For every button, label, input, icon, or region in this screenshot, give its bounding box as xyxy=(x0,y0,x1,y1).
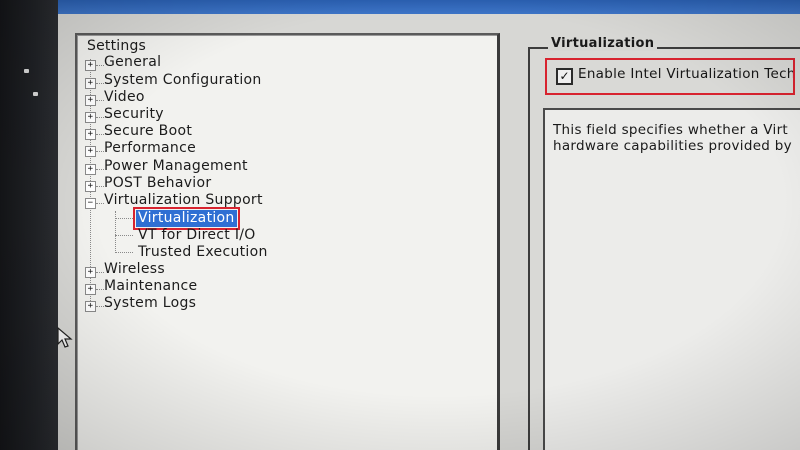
tree-item-video[interactable]: + Video xyxy=(85,89,145,106)
expand-plus-icon[interactable]: + xyxy=(85,112,104,123)
tree-item-security[interactable]: + Security xyxy=(85,106,164,123)
expand-plus-icon[interactable]: + xyxy=(85,267,104,278)
tree-item-wireless[interactable]: + Wireless xyxy=(85,261,165,278)
tree-item-label: Video xyxy=(104,89,145,105)
tree-item-label: Maintenance xyxy=(104,278,198,294)
expand-plus-icon[interactable]: + xyxy=(85,60,104,71)
tree-item-label: System Configuration xyxy=(104,72,262,88)
tree-item-power-management[interactable]: + Power Management xyxy=(85,158,248,175)
photo-of-bios-screen: Settings + General + System Configuration … xyxy=(0,0,800,450)
tree-item-secure-boot[interactable]: + Secure Boot xyxy=(85,123,192,140)
expand-plus-icon[interactable]: + xyxy=(85,284,104,295)
tree-item-label: Security xyxy=(104,106,164,122)
expand-plus-icon[interactable]: + xyxy=(85,164,104,175)
mouse-pointer-icon xyxy=(57,327,73,348)
tree-child-virtualization[interactable]: Virtualization xyxy=(133,207,240,230)
tree-connector xyxy=(115,235,133,236)
tree-item-label: General xyxy=(104,54,162,70)
help-description-box: This field specifies whether a Virt hard… xyxy=(543,108,800,450)
tree-item-label: POST Behavior xyxy=(104,175,212,191)
bezel-light-icon xyxy=(33,92,38,96)
settings-tree-pane[interactable]: Settings + General + System Configuration … xyxy=(75,33,500,450)
tree-connector xyxy=(115,252,133,253)
expand-plus-icon[interactable]: + xyxy=(85,78,104,89)
tree-item-system-configuration[interactable]: + System Configuration xyxy=(85,72,262,89)
expand-plus-icon[interactable]: + xyxy=(85,95,104,106)
help-line: This field specifies whether a Virt xyxy=(553,122,789,138)
enable-virtualization-option[interactable]: ✓ Enable Intel Virtualization Techno xyxy=(545,58,795,95)
expand-plus-icon[interactable]: + xyxy=(85,181,104,192)
monitor-bezel xyxy=(0,0,58,450)
tree-root-label: Settings xyxy=(87,38,147,54)
collapse-minus-icon[interactable]: − xyxy=(85,198,104,209)
tree-child-vt-for-direct-io[interactable]: VT for Direct I/O xyxy=(138,227,256,244)
tree-item-label: Wireless xyxy=(104,261,165,277)
tree-item-virtualization-support[interactable]: − Virtualization Support xyxy=(85,192,263,209)
tree-item-label: System Logs xyxy=(104,295,197,311)
tree-item-label: Performance xyxy=(104,140,197,156)
expand-plus-icon[interactable]: + xyxy=(85,129,104,140)
tree-child-trusted-execution[interactable]: Trusted Execution xyxy=(138,244,268,261)
tree-item-system-logs[interactable]: + System Logs xyxy=(85,295,196,312)
help-description-text: This field specifies whether a Virt hard… xyxy=(553,122,800,154)
tree-item-post-behavior[interactable]: + POST Behavior xyxy=(85,175,211,192)
enable-virtualization-label: Enable Intel Virtualization Techno xyxy=(578,66,795,82)
enable-virtualization-checkbox[interactable]: ✓ xyxy=(556,68,573,85)
tree-item-performance[interactable]: + Performance xyxy=(85,140,196,157)
window-title-bar xyxy=(58,0,800,14)
expand-plus-icon[interactable]: + xyxy=(85,146,104,157)
expand-plus-icon[interactable]: + xyxy=(85,301,104,312)
tree-item-label: Secure Boot xyxy=(104,123,193,139)
tree-item-maintenance[interactable]: + Maintenance xyxy=(85,278,197,295)
tree-item-label: Virtualization Support xyxy=(104,192,263,208)
help-line: hardware capabilities provided by xyxy=(553,138,792,154)
tree-item-general[interactable]: + General xyxy=(85,54,161,71)
bezel-light-icon xyxy=(24,69,29,73)
tree-item-label: Power Management xyxy=(104,158,248,174)
tree-connector xyxy=(115,218,133,219)
group-box-title: Virtualization xyxy=(548,36,658,51)
